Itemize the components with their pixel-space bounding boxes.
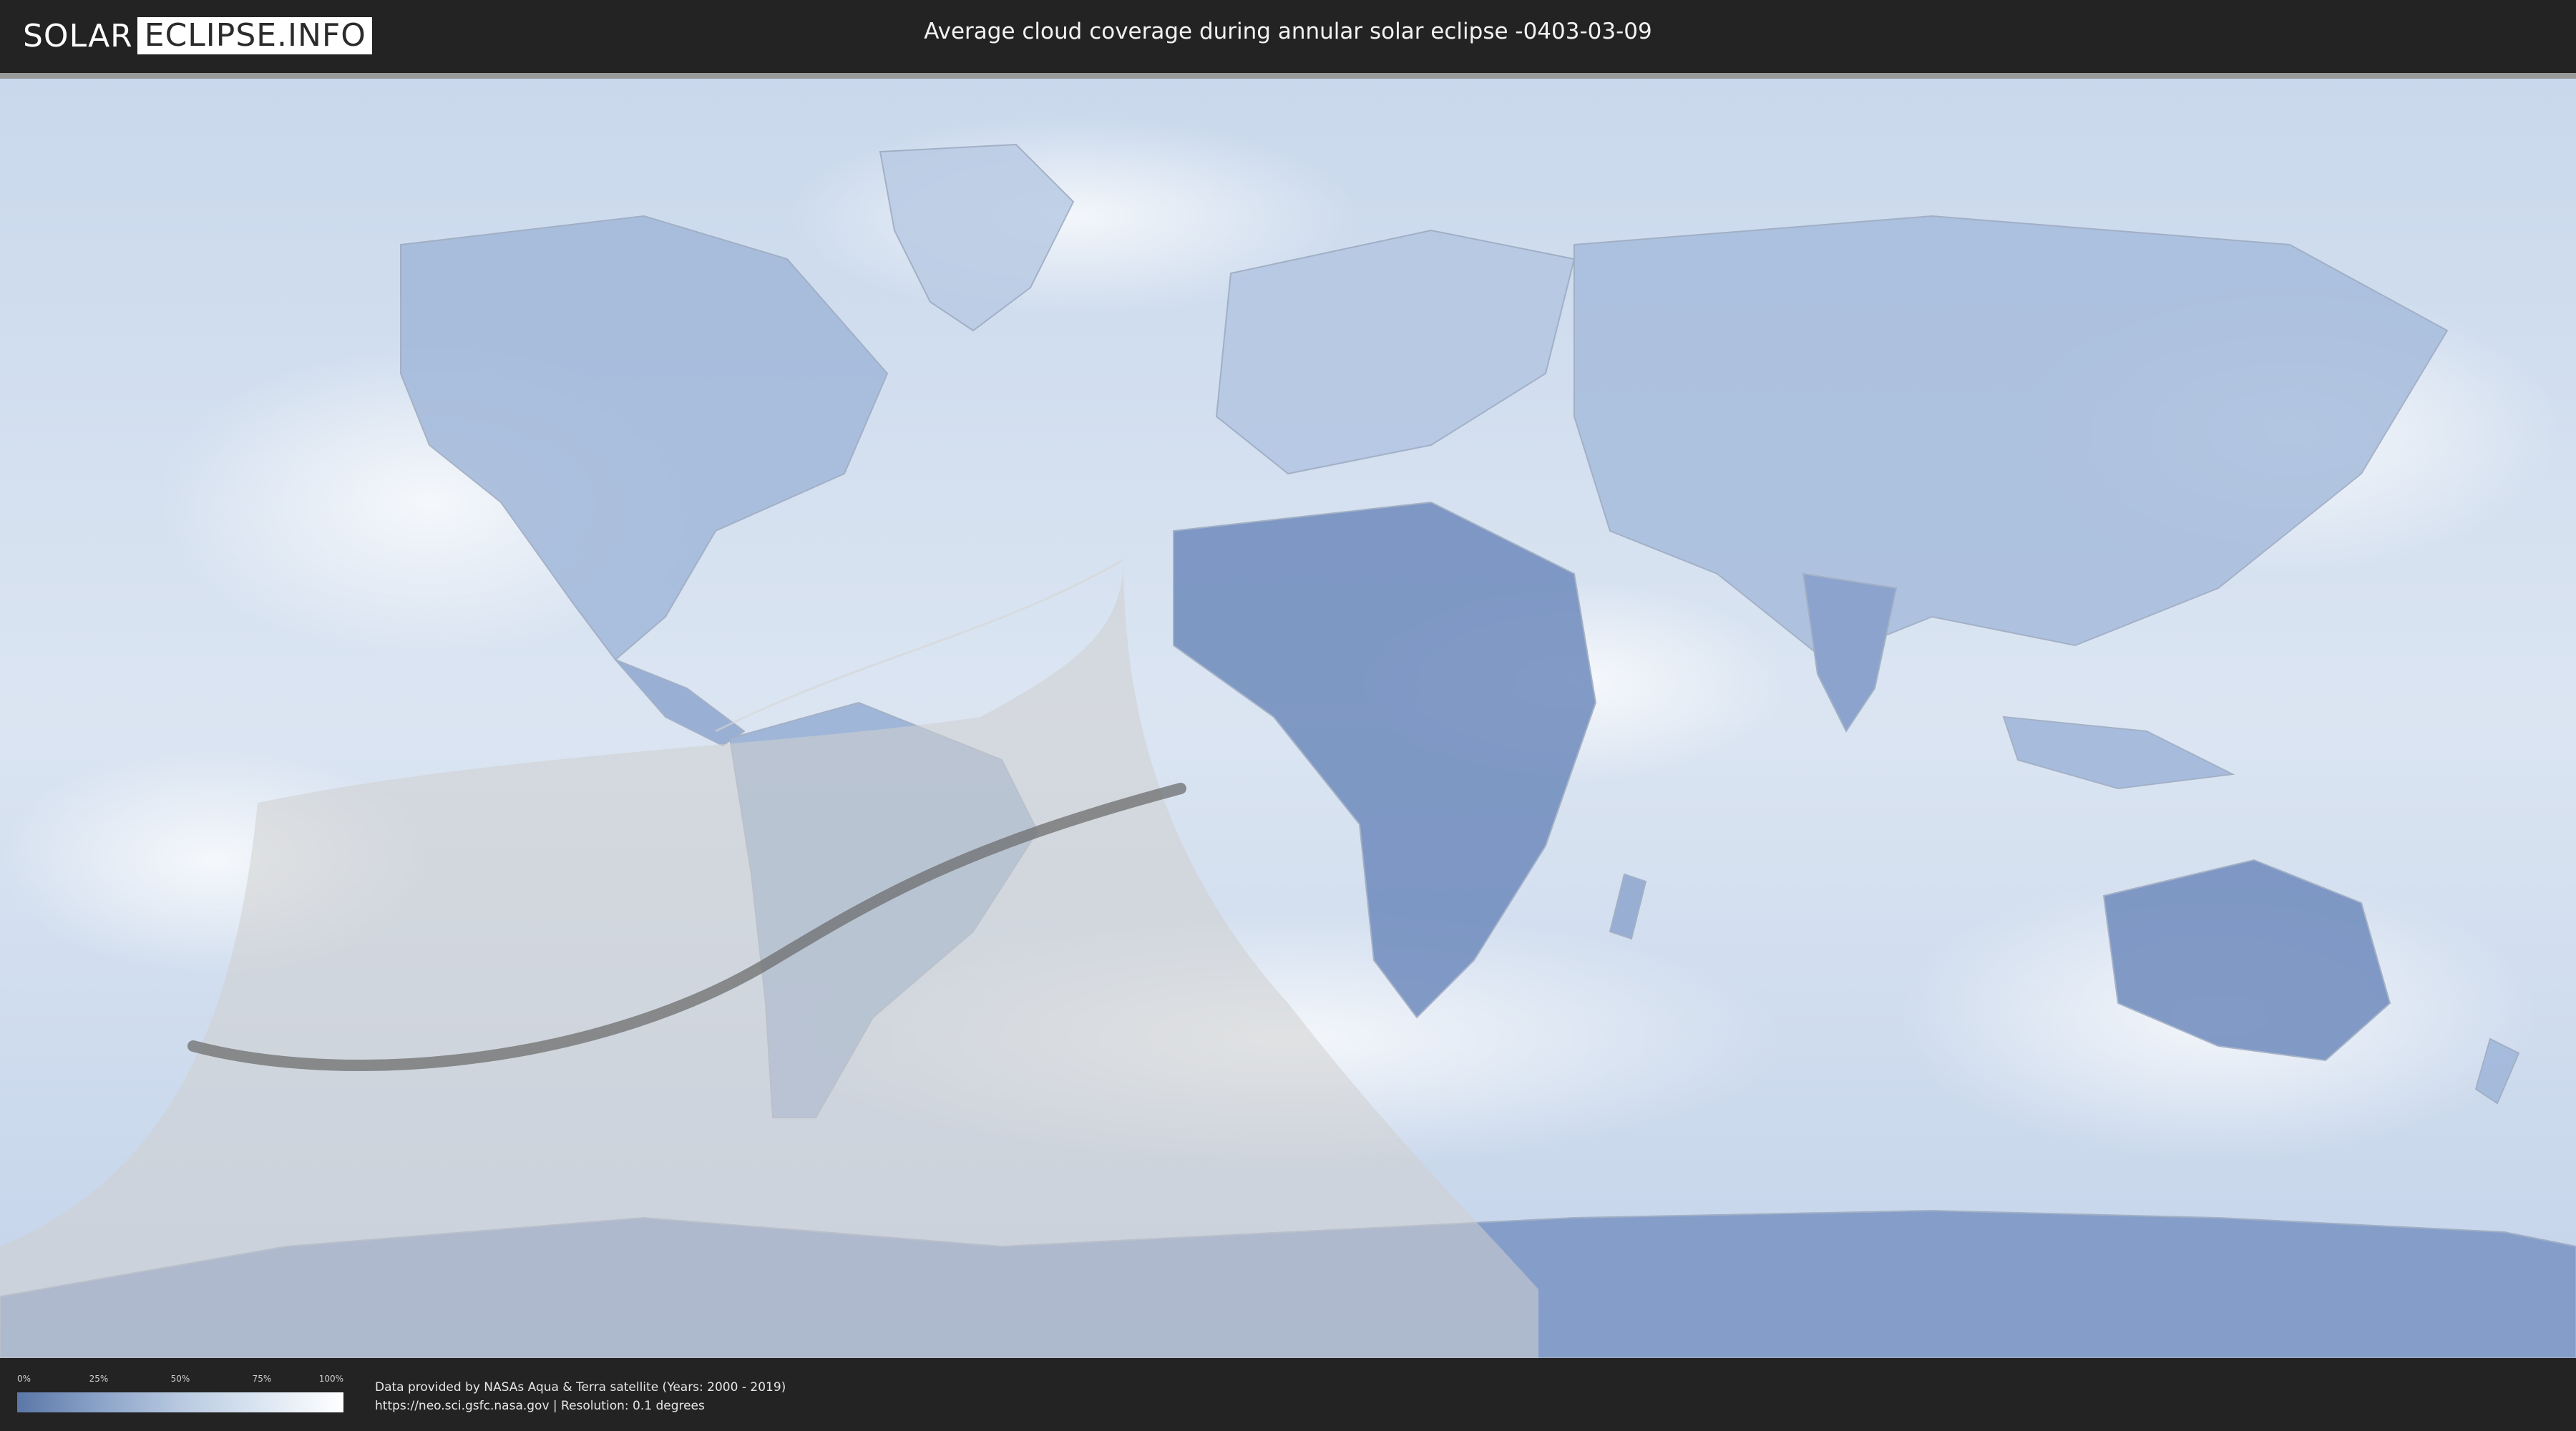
legend-tick-75: 75% [252,1374,272,1384]
legend-ticks: 0% 25% 50% 75% 100% [17,1374,343,1385]
map-top-edge [0,73,2576,79]
legend-gradient-bar [17,1392,343,1412]
cloud-coverage-legend: 0% 25% 50% 75% 100% [17,1374,343,1414]
legend-tick-100: 100% [318,1374,343,1384]
footer-bar: 0% 25% 50% 75% 100% Data provided by NAS… [0,1358,2576,1431]
header-bar: SOLAR ECLIPSE.INFO Average cloud coverag… [0,0,2576,72]
page-title: Average cloud coverage during annular so… [924,19,1652,44]
credit-line-1: Data provided by NASAs Aqua & Terra sate… [375,1380,786,1395]
cloud-coverage-map [0,73,2576,1358]
legend-tick-50: 50% [170,1374,190,1384]
legend-tick-0: 0% [17,1374,31,1384]
legend-tick-25: 25% [89,1374,109,1384]
data-credits: Data provided by NASAs Aqua & Terra sate… [375,1378,786,1415]
world-map-svg [0,73,2576,1358]
credit-line-2[interactable]: https://neo.sci.gsfc.nasa.gov | Resoluti… [375,1397,786,1415]
